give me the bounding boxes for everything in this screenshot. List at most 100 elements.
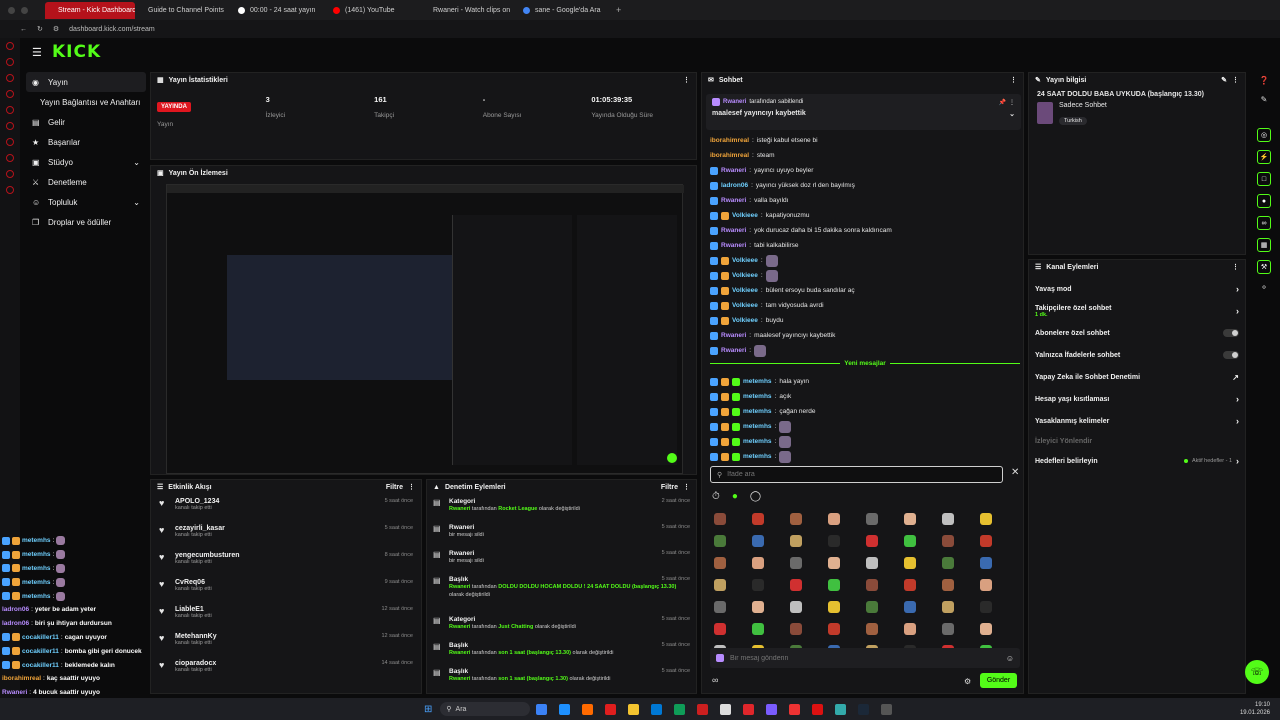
chat-username[interactable]: Volkieee	[732, 317, 758, 324]
emote-item[interactable]	[790, 557, 802, 569]
moderation-item[interactable]: ▤ Rwaneri 5 saat önce bir mesajı sildi	[433, 550, 690, 572]
chat-username[interactable]: Rwaneri	[721, 227, 746, 234]
strip-icon[interactable]	[6, 42, 14, 50]
emote-item[interactable]	[942, 579, 954, 591]
emote-item[interactable]	[714, 623, 726, 635]
sidebar-item[interactable]: Yayın Bağlantısı ve Anahtarı	[26, 92, 146, 112]
chevron-down-icon[interactable]: ⌄	[133, 198, 140, 207]
chat-username[interactable]: Rwaneri	[721, 332, 746, 339]
moderation-item[interactable]: ▤ Başlık 5 saat önce Rwaneri tarafından son…	[433, 642, 690, 664]
app-icon[interactable]	[743, 703, 755, 715]
app-icon[interactable]	[674, 703, 686, 715]
rail-button-link[interactable]: ∞	[1257, 216, 1271, 230]
kick-logo[interactable]: KICK	[52, 42, 101, 62]
chat-message[interactable]: metemhs: açık	[710, 389, 1020, 404]
channel-action-item[interactable]: Abonelere özel sohbet	[1035, 322, 1239, 344]
channel-action-item[interactable]: Hedefleri belirleyin Aktif hedefler - 1 ›	[1035, 450, 1239, 472]
emoji-icon[interactable]: ☺	[1006, 654, 1014, 663]
emote-item[interactable]	[714, 557, 726, 569]
activity-item[interactable]: ♥ cezayirli_kasar kanalı takip etti 5 saat …	[159, 525, 413, 552]
channel-action-item[interactable]: İzleyici Yönlendir	[1035, 432, 1239, 450]
browser-tab[interactable]: sane - Google'da Ara	[515, 2, 610, 19]
chat-message[interactable]: metemhs: çağan nerde	[710, 404, 1020, 419]
emote-search-input[interactable]	[727, 471, 978, 478]
channel-points-icon[interactable]: ∞	[712, 675, 718, 685]
emote-item[interactable]	[828, 623, 840, 635]
chat-message[interactable]: Rwaneri: yayıncı uyuyo beyler	[710, 163, 1020, 178]
edit-icon[interactable]: ✎	[1221, 76, 1227, 84]
activity-item[interactable]: ♥ yengecumbusturen kanalı takip etti 8 saat…	[159, 552, 413, 579]
emote-item[interactable]	[714, 535, 726, 547]
message-box[interactable]: ☺	[710, 648, 1020, 668]
emote-item[interactable]	[752, 535, 764, 547]
chevron-right-icon[interactable]: ›	[1236, 456, 1239, 466]
rail-button-chat[interactable]: ●	[1257, 194, 1271, 208]
emote-item[interactable]	[980, 623, 992, 635]
send-button[interactable]: Gönder	[980, 673, 1017, 688]
emote-item[interactable]	[866, 513, 878, 525]
chat-message[interactable]: Rwaneri: valla bayıldı	[710, 193, 1020, 208]
sidebar-item[interactable]: ☺ Topluluk ⌄	[26, 192, 146, 212]
strip-icon[interactable]	[6, 138, 14, 146]
emote-item[interactable]	[790, 535, 802, 547]
more-icon[interactable]: ⋮	[408, 483, 415, 491]
emote-item[interactable]	[828, 557, 840, 569]
task-view-icon[interactable]	[536, 703, 548, 715]
emote-item[interactable]	[904, 579, 916, 591]
emote-item[interactable]	[904, 535, 916, 547]
chat-message[interactable]: Rwaneri: maalesef yayıncıyı kaybettik	[710, 328, 1020, 343]
emote-item[interactable]	[866, 601, 878, 613]
activity-user[interactable]: cioparadocx	[175, 660, 216, 667]
clock[interactable]: 19:10 19.01.2026	[1240, 701, 1270, 717]
pin-icon[interactable]: 📌	[999, 99, 1006, 106]
more-icon[interactable]: ⋮	[1232, 76, 1239, 84]
more-icon[interactable]: ⋮	[1010, 76, 1017, 84]
app-icon[interactable]	[697, 703, 709, 715]
chrome-icon[interactable]	[720, 703, 732, 715]
app-icon[interactable]	[835, 703, 847, 715]
moderation-item[interactable]: ▤ Rwaneri 5 saat önce bir mesajı sildi	[433, 524, 690, 546]
emote-item[interactable]	[904, 601, 916, 613]
windows-start-icon[interactable]: ⊞	[424, 704, 432, 715]
chat-message[interactable]: Rwaneri: tabi kalkabilirse	[710, 238, 1020, 253]
emote-item[interactable]	[980, 579, 992, 591]
emote-item[interactable]	[980, 535, 992, 547]
emote-item[interactable]	[980, 557, 992, 569]
emote-item[interactable]	[942, 557, 954, 569]
chat-message[interactable]: metemhs:	[710, 419, 1020, 434]
emote-item[interactable]	[790, 579, 802, 591]
activity-item[interactable]: ♥ APOLO_1234 kanalı takip etti 5 saat önce	[159, 498, 413, 525]
activity-user[interactable]: LiableE1	[175, 606, 212, 613]
emote-item[interactable]	[828, 535, 840, 547]
emote-item[interactable]	[904, 557, 916, 569]
strip-icon[interactable]	[6, 74, 14, 82]
app-icon[interactable]	[559, 703, 571, 715]
emote-item[interactable]	[980, 601, 992, 613]
file-explorer-icon[interactable]	[628, 703, 640, 715]
moderation-item[interactable]: ▤ Başlık 5 saat önce Rwaneri tarafından DOL…	[433, 576, 690, 612]
strip-icon[interactable]	[6, 170, 14, 178]
new-tab-icon[interactable]: +	[616, 5, 621, 15]
sidebar-item[interactable]: ▣ Stüdyo ⌄	[26, 152, 146, 172]
more-icon[interactable]: ⋮	[1232, 263, 1239, 271]
emote-item[interactable]	[866, 623, 878, 635]
moderation-item[interactable]: ▤ Kategori 2 saat önce Rwaneri tarafından R…	[433, 498, 690, 520]
chat-username[interactable]: Volkieee	[732, 287, 758, 294]
chat-username[interactable]: Rwaneri	[721, 347, 746, 354]
browser-tab[interactable]: Rwaneri - Watch clips on	[420, 2, 515, 19]
strip-icon[interactable]	[6, 122, 14, 130]
chat-message[interactable]: iborahimreal: steam	[710, 148, 1020, 163]
url-text[interactable]: dashboard.kick.com/stream	[69, 26, 155, 33]
strip-icon[interactable]	[6, 186, 14, 194]
sidebar-item[interactable]: ★ Başarılar	[26, 132, 146, 152]
chat-username[interactable]: Rwaneri	[721, 242, 746, 249]
chat-username[interactable]: metemhs	[743, 423, 772, 430]
strip-icon[interactable]	[6, 106, 14, 114]
browser-tab[interactable]: Stream - Kick Dashboard	[45, 1, 135, 19]
emote-search-field[interactable]: ⚲	[710, 466, 1003, 483]
strip-icon[interactable]	[6, 58, 14, 66]
global-emotes-icon[interactable]: ◯	[750, 491, 761, 502]
moderation-item[interactable]: ▤ Kategori 5 saat önce Rwaneri tarafından J…	[433, 616, 690, 638]
emote-item[interactable]	[942, 623, 954, 635]
back-icon[interactable]: ←	[20, 26, 27, 33]
